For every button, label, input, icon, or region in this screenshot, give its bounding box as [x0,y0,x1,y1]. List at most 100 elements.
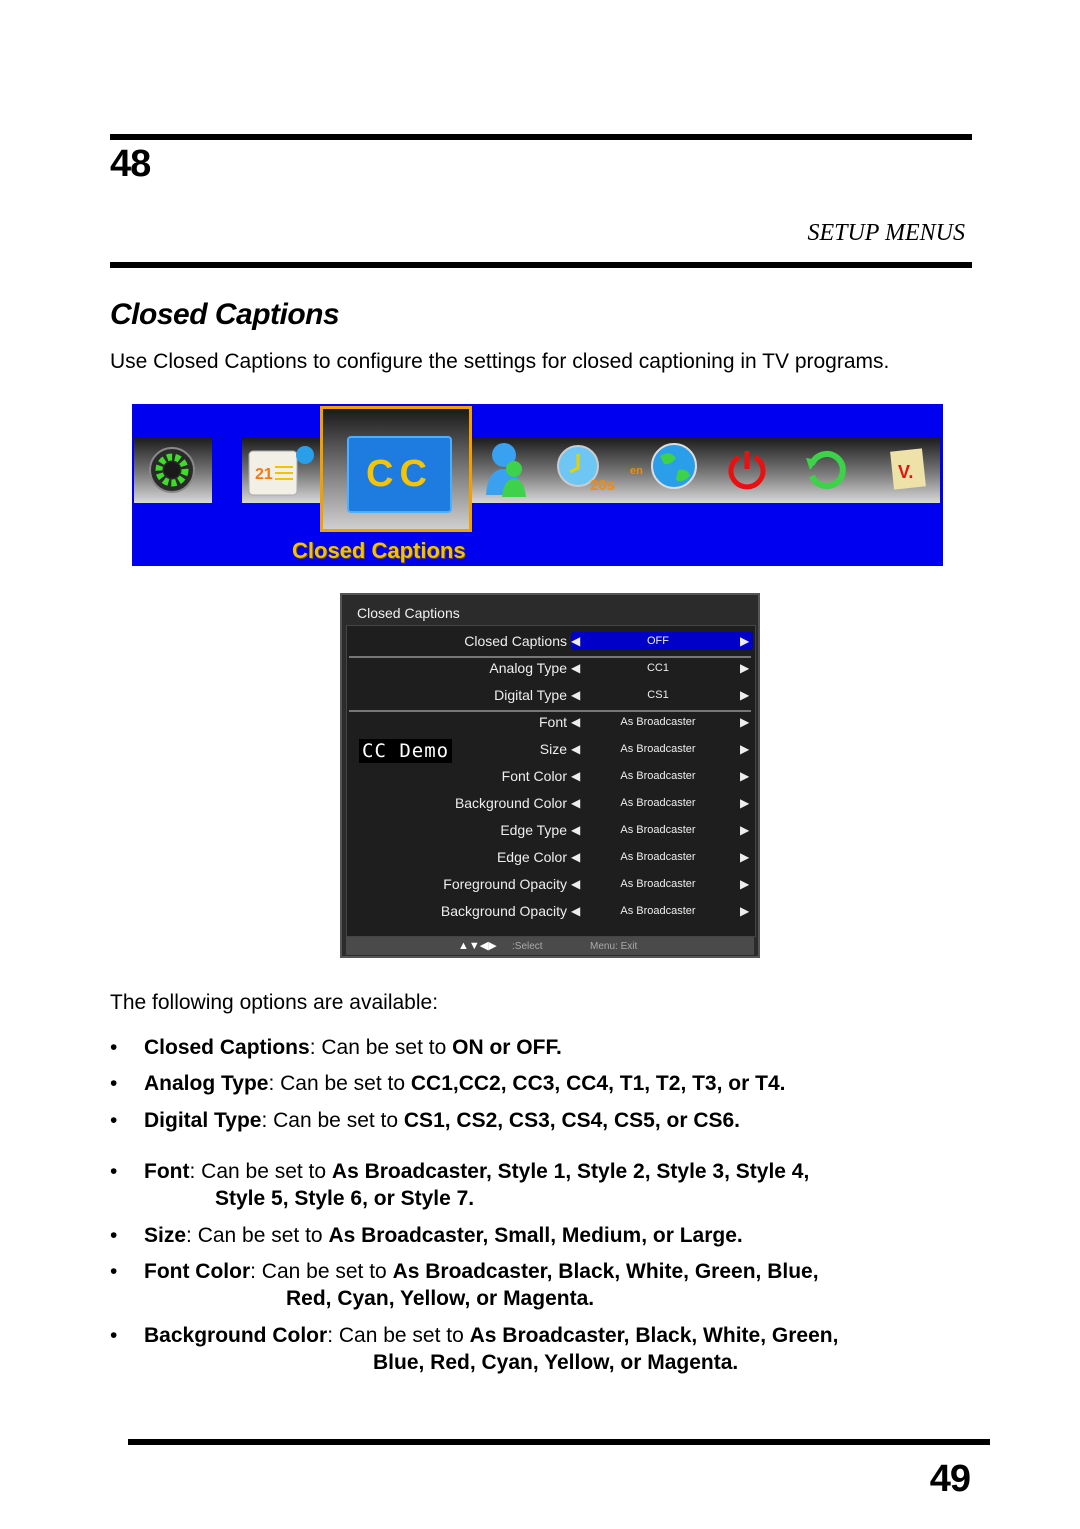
arrow-left-icon[interactable]: ◀ [571,904,580,918]
bullet-icon: • [110,1324,118,1347]
page-number-left: 48 [110,143,151,185]
osd-row-value: As Broadcaster [620,716,696,728]
options-intro: The following options are available: [110,991,439,1014]
closed-captions-icon: CC [347,436,452,513]
option-values: As Broadcaster, Black, White, Green, [469,1324,839,1347]
osd-row[interactable]: Edge Color ◀ As Broadcaster ▶ [347,847,755,869]
osd-row-value: As Broadcaster [620,770,696,782]
option-values-continued: Blue, Red, Cyan, Yellow, or Magenta. [373,1351,739,1374]
osd-row-value: CS1 [647,689,669,701]
osd-row[interactable]: Analog Type ◀ CC1 ▶ [347,658,755,680]
arrow-right-icon[interactable]: ▶ [740,823,749,837]
osd-row-label: Edge Color [496,849,567,865]
user-icon[interactable] [478,438,538,500]
arrow-left-icon[interactable]: ◀ [571,634,580,648]
globe-language-icon[interactable]: en [630,440,700,496]
option-name: Closed Captions [144,1036,310,1059]
header-rule-bottom [110,262,972,268]
osd-row[interactable]: Background Color ◀ As Broadcaster ▶ [347,793,755,815]
arrow-right-icon[interactable]: ▶ [740,796,749,810]
osd-row[interactable]: Digital Type ◀ CS1 ▶ [347,685,755,707]
arrow-right-icon[interactable]: ▶ [740,904,749,918]
osd-row-value: As Broadcaster [620,851,696,863]
osd-row[interactable]: Background Opacity ◀ As Broadcaster ▶ [347,901,755,923]
nav-arrows-icon: ▲▼◀▶ [458,940,497,952]
gear-icon[interactable] [146,444,198,496]
osd-row[interactable]: Closed Captions ◀ OFF ▶ [347,631,755,653]
timer-icon[interactable]: 20s [552,442,632,498]
arrow-left-icon[interactable]: ◀ [571,688,580,702]
option-desc: : Can be set to [309,1036,453,1059]
arrow-left-icon[interactable]: ◀ [571,769,580,783]
timer-text: 20s [590,477,615,494]
option-text: Digital Type: Can be set to CS1, CS2, CS… [144,1107,740,1135]
option-values-continued: Style 5, Style 6, or Style 7. [215,1187,475,1210]
osd-row-value: As Broadcaster [620,797,696,809]
osd-row-value: OFF [647,635,669,647]
icon-strip-right [472,437,940,503]
arrow-right-icon[interactable]: ▶ [740,769,749,783]
power-icon[interactable] [722,444,772,494]
osd-row[interactable]: Size ◀ As Broadcaster ▶ [347,739,755,761]
option-values: ON or OFF. [452,1036,562,1059]
header-rule-top [110,134,972,140]
reset-icon[interactable] [800,444,850,494]
osd-title: Closed Captions [357,605,460,621]
arrow-right-icon[interactable]: ▶ [740,715,749,729]
arrow-right-icon[interactable]: ▶ [740,742,749,756]
option-name: Digital Type [144,1109,262,1132]
option-values: CC1,CC2, CC3, CC4, T1, T2, T3, or T4. [410,1072,786,1095]
osd-row-label: Digital Type [494,687,567,703]
arrow-left-icon[interactable]: ◀ [571,715,580,729]
bullet-icon: • [110,1036,118,1059]
osd-row-label: Edge Type [500,822,567,838]
osd-row-label: Background Color [454,795,567,811]
arrow-left-icon[interactable]: ◀ [571,850,580,864]
option-desc: : Can be set to [186,1224,329,1247]
osd-footer: ▲▼◀▶ :Select Menu: Exit [346,937,754,955]
arrow-right-icon[interactable]: ▶ [740,877,749,891]
option-desc: : Can be set to [250,1260,393,1283]
arrow-right-icon[interactable]: ▶ [740,850,749,864]
option-name: Analog Type [144,1072,269,1095]
option-values: As Broadcaster, Small, Medium, or Large. [328,1224,743,1247]
osd-row-value: CC1 [646,662,669,674]
osd-row[interactable]: Font ◀ As Broadcaster ▶ [347,712,755,734]
osd-row-value: As Broadcaster [620,905,696,917]
option-text: Closed Captions: Can be set to ON or OFF… [144,1034,562,1062]
arrow-left-icon[interactable]: ◀ [571,742,580,756]
osd-body: CC Demo Closed Captions ◀ OFF ▶ Analog Type ◀… [346,625,756,937]
arrow-left-icon[interactable]: ◀ [571,796,580,810]
option-text: Font: Can be set to As Broadcaster, Styl… [144,1158,809,1186]
osd-row[interactable]: Font Color ◀ As Broadcaster ▶ [347,766,755,788]
osd-row-label: Font Color [501,768,567,784]
arrow-left-icon[interactable]: ◀ [571,661,580,675]
option-values-continued: Red, Cyan, Yellow, or Magenta. [286,1287,595,1310]
bullet-icon: • [110,1072,118,1095]
option-name: Background Color [144,1324,328,1347]
bullet-icon: • [110,1260,118,1283]
option-desc: : Can be set to [268,1072,411,1095]
option-values: As Broadcaster, Black, White, Green, Blu… [392,1260,819,1283]
banner-caption: Closed Captions [292,538,466,563]
osd-row[interactable]: Foreground Opacity ◀ As Broadcaster ▶ [347,874,755,896]
language-text: en [630,465,643,477]
arrow-right-icon[interactable]: ▶ [740,688,749,702]
osd-row-label: Closed Captions [464,633,567,649]
arrow-left-icon[interactable]: ◀ [571,823,580,837]
option-text: Background Color: Can be set to As Broad… [144,1322,838,1350]
osd-row[interactable]: Edge Type ◀ As Broadcaster ▶ [347,820,755,842]
arrow-right-icon[interactable]: ▶ [740,661,749,675]
calendar-clock-icon[interactable]: 21 [244,440,316,500]
osd-row-value: As Broadcaster [620,824,696,836]
version-note-icon[interactable]: V. [884,444,932,496]
option-name: Size [144,1224,187,1247]
arrow-left-icon[interactable]: ◀ [571,877,580,891]
closed-captions-tile-selected[interactable]: CC [320,406,472,532]
arrow-right-icon[interactable]: ▶ [740,634,749,648]
section-label: SETUP MENUS [807,220,965,246]
option-desc: : Can be set to [327,1324,470,1347]
bullet-icon: • [110,1109,118,1132]
select-hint: :Select [512,941,543,952]
page-number-right: 49 [929,1458,971,1500]
